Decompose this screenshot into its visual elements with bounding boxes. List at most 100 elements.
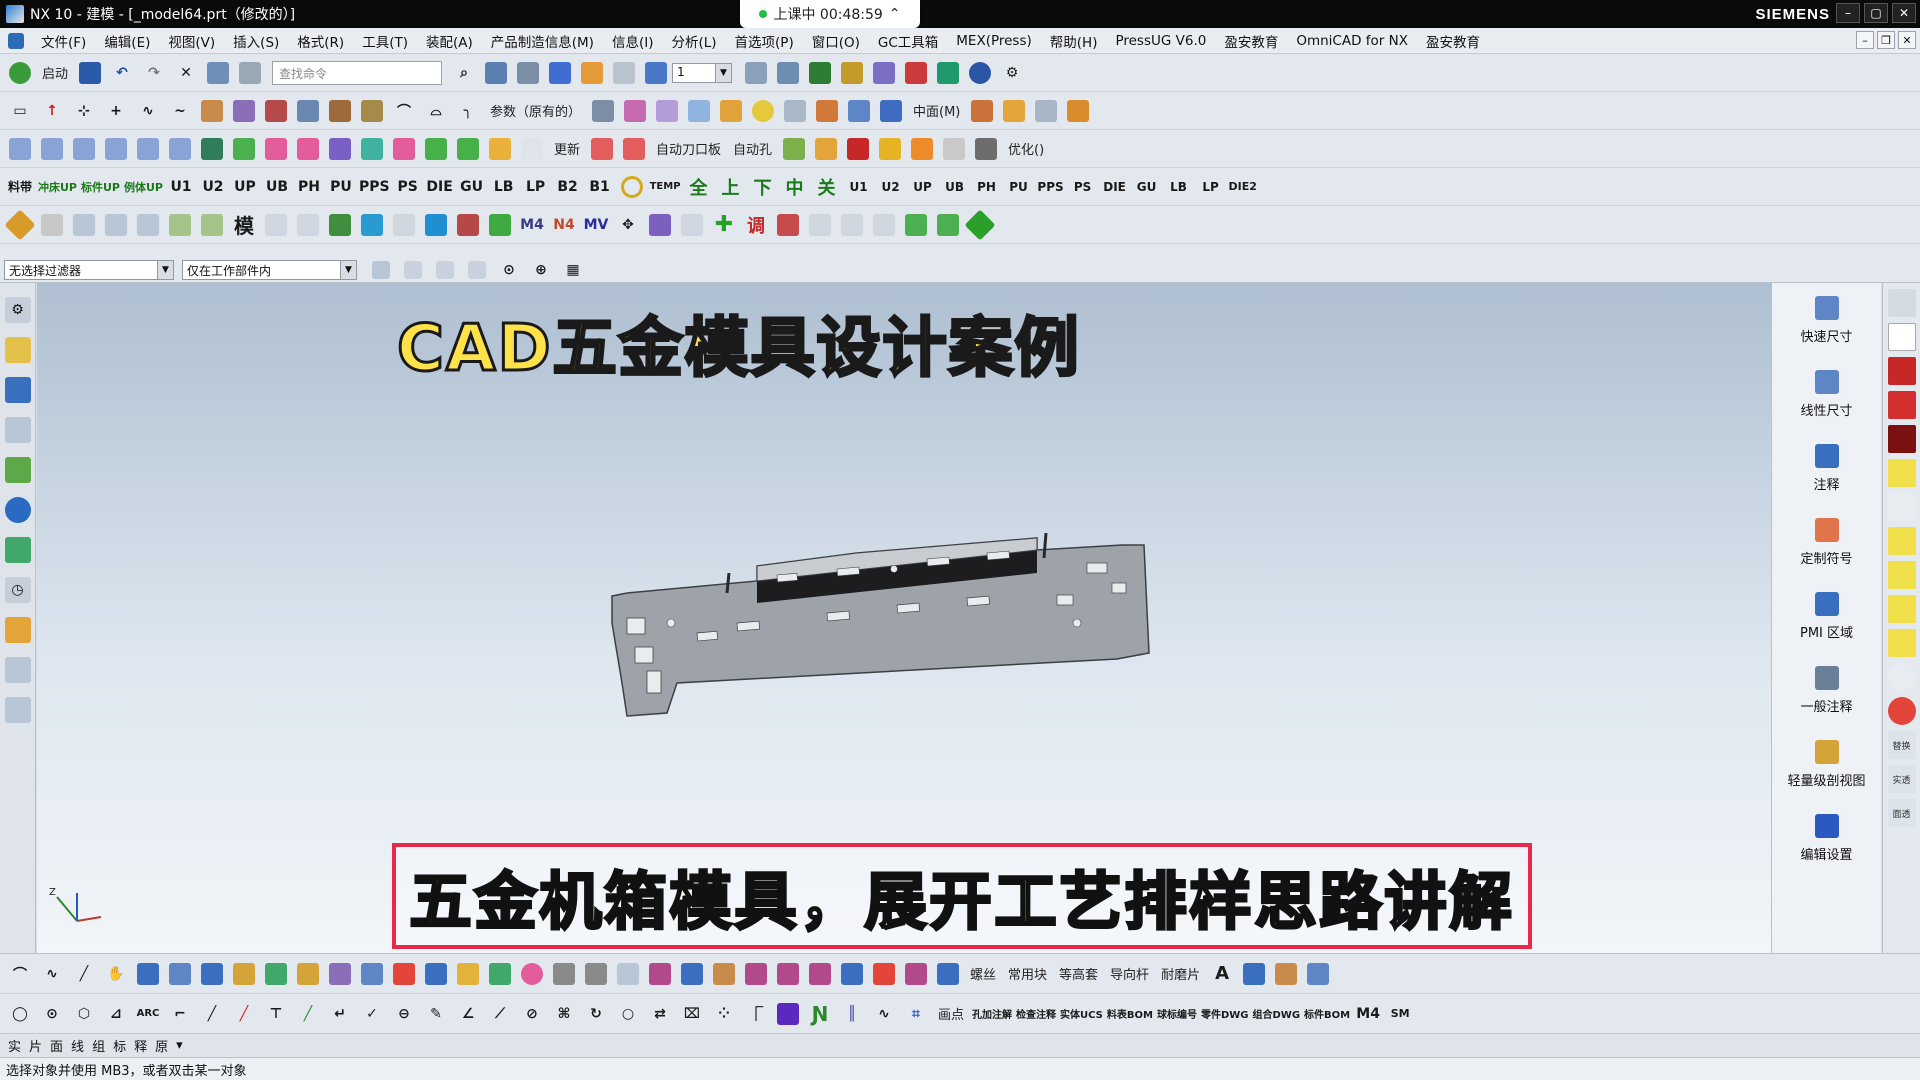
pin-icon[interactable] — [326, 135, 354, 163]
select-solid[interactable]: 实 — [8, 1036, 21, 1055]
bend-icon[interactable] — [1032, 97, 1060, 125]
menu-help[interactable]: 帮助(H) — [1041, 31, 1107, 51]
move-icon[interactable]: ✥ — [614, 211, 642, 239]
face-icon[interactable] — [653, 97, 681, 125]
scope-filter-select[interactable]: 仅在工作部件内 ▼ — [182, 259, 357, 280]
web-browser-icon[interactable] — [4, 497, 31, 523]
start-button-label[interactable]: 启动 — [36, 63, 74, 82]
middle-surface-label[interactable]: 中面(M) — [907, 101, 966, 120]
die-code-press-up[interactable]: 冲床UP — [38, 173, 77, 201]
cube-icon[interactable] — [877, 97, 905, 125]
edit-settings-button[interactable]: 编辑设置 — [1772, 801, 1881, 875]
red-arrow-icon-2[interactable] — [1887, 391, 1916, 419]
centerline-icon[interactable] — [1887, 527, 1916, 555]
boolean-icon[interactable] — [294, 97, 322, 125]
yellow-tag-icon[interactable] — [1887, 459, 1916, 487]
columns-icon[interactable]: ║ — [838, 1000, 866, 1028]
init-icon[interactable] — [1887, 629, 1916, 657]
update-label[interactable]: 更新 — [548, 139, 586, 158]
component-icon[interactable] — [812, 135, 840, 163]
die-code-strip[interactable]: 料带 — [6, 173, 34, 201]
quadrant-snap-icon[interactable]: ⊕ — [527, 256, 555, 284]
die-code-body-up[interactable]: 例体UP — [124, 173, 163, 201]
circuit-icon[interactable]: ⌗ — [902, 1000, 930, 1028]
color-wheel-icon[interactable] — [518, 960, 546, 988]
selection-icon[interactable] — [870, 59, 898, 87]
die-code-std-up[interactable]: 标件UP — [81, 173, 120, 201]
screw-label[interactable]: 螺丝 — [964, 964, 1002, 983]
palette-icon[interactable] — [4, 617, 31, 643]
die-code-r-lp[interactable]: LP — [1197, 173, 1225, 201]
wcs-icon[interactable] — [774, 59, 802, 87]
select-std[interactable]: 标 — [113, 1036, 126, 1055]
sm-tag[interactable]: SM — [1386, 1000, 1414, 1028]
doc-minimize-button[interactable]: – — [1856, 31, 1874, 49]
assembly-navigator-icon[interactable] — [4, 337, 31, 363]
surface-icon[interactable] — [621, 97, 649, 125]
start-icon[interactable] — [6, 59, 34, 87]
mirror-icon[interactable] — [646, 211, 674, 239]
wear-plate-label[interactable]: 耐磨片 — [1155, 964, 1206, 983]
cycle-icon[interactable]: ↻ — [582, 1000, 610, 1028]
cut-icon[interactable] — [1887, 493, 1916, 521]
hole-icon[interactable] — [262, 97, 290, 125]
table-icon[interactable] — [1887, 595, 1916, 623]
menu-app-icon[interactable] — [8, 32, 24, 49]
process-studio-icon[interactable] — [4, 657, 31, 683]
green-line-icon[interactable]: ╱ — [294, 1000, 322, 1028]
plate-list-icon-4[interactable] — [102, 135, 130, 163]
wire-block-icon[interactable] — [940, 135, 968, 163]
blend-icon[interactable] — [326, 97, 354, 125]
char-middle[interactable]: 中 — [781, 173, 809, 201]
repeat-command-icon[interactable] — [204, 59, 232, 87]
circle-tool-icon[interactable]: ◯ — [6, 1000, 34, 1028]
check-icon[interactable]: ✓ — [358, 1000, 386, 1028]
measure-icon[interactable] — [806, 59, 834, 87]
assembly-dwg-tag[interactable]: 组合DWG — [1253, 1000, 1301, 1028]
hand-tool-icon[interactable] — [358, 960, 386, 988]
revolve-icon[interactable] — [230, 97, 258, 125]
steel-icon[interactable] — [588, 135, 616, 163]
die-code-r-die[interactable]: DIE — [1101, 173, 1129, 201]
touch-mode-icon[interactable] — [236, 59, 264, 87]
snap-point-icon[interactable] — [399, 256, 427, 284]
general-note-button[interactable]: 一般注释 — [1772, 653, 1881, 727]
plate-list-icon-2[interactable] — [38, 135, 66, 163]
menu-insert[interactable]: 插入(S) — [224, 31, 288, 51]
hook-icon[interactable]: ↵ — [326, 1000, 354, 1028]
flip-icon[interactable] — [582, 960, 610, 988]
center-snap-icon[interactable]: ⊙ — [495, 256, 523, 284]
char-upper[interactable]: 上 — [717, 173, 745, 201]
text-icon[interactable]: A — [1208, 960, 1236, 988]
replace-button[interactable]: 替换 — [1887, 731, 1916, 759]
m4-label[interactable]: M4 — [518, 211, 546, 239]
menu-format[interactable]: 格式(R) — [288, 31, 353, 51]
sketch-icon[interactable]: ▭ — [6, 97, 34, 125]
wave-line-icon[interactable]: ∿ — [870, 1000, 898, 1028]
minimize-button[interactable]: – — [1836, 3, 1860, 23]
pie-icon[interactable] — [1887, 697, 1916, 725]
mold-set-icon[interactable] — [1272, 960, 1300, 988]
extrude-icon[interactable] — [198, 97, 226, 125]
die-code-r-up[interactable]: UP — [909, 173, 937, 201]
cone-icon[interactable] — [813, 97, 841, 125]
ring-tool-icon[interactable]: ○ — [614, 1000, 642, 1028]
menu-file[interactable]: 文件(F) — [32, 31, 95, 51]
guide-rod-label[interactable]: 导向杆 — [1104, 964, 1155, 983]
param-mode-label[interactable]: 参数（原有的） — [484, 101, 587, 120]
select-release[interactable]: 释 — [134, 1036, 147, 1055]
live-session-pill[interactable]: 上课中 00:48:59 ⌃ — [740, 0, 920, 28]
layer-settings-icon[interactable] — [742, 59, 770, 87]
minus-circle-icon[interactable]: ⊖ — [390, 1000, 418, 1028]
menu-assembly[interactable]: 装配(A) — [417, 31, 482, 51]
die-code-r-ps[interactable]: PS — [1069, 173, 1097, 201]
analysis-icon[interactable] — [902, 59, 930, 87]
swap-icon[interactable]: ⇄ — [646, 1000, 674, 1028]
emboss-icon[interactable] — [486, 960, 514, 988]
die-code-r-ph[interactable]: PH — [973, 173, 1001, 201]
die-code-die[interactable]: DIE — [426, 173, 454, 201]
circle-icon[interactable] — [1887, 663, 1916, 691]
bracket-icon[interactable]: ⌐ — [166, 1000, 194, 1028]
std-convert-icon[interactable] — [198, 211, 226, 239]
redo-icon[interactable]: ↷ — [140, 59, 168, 87]
